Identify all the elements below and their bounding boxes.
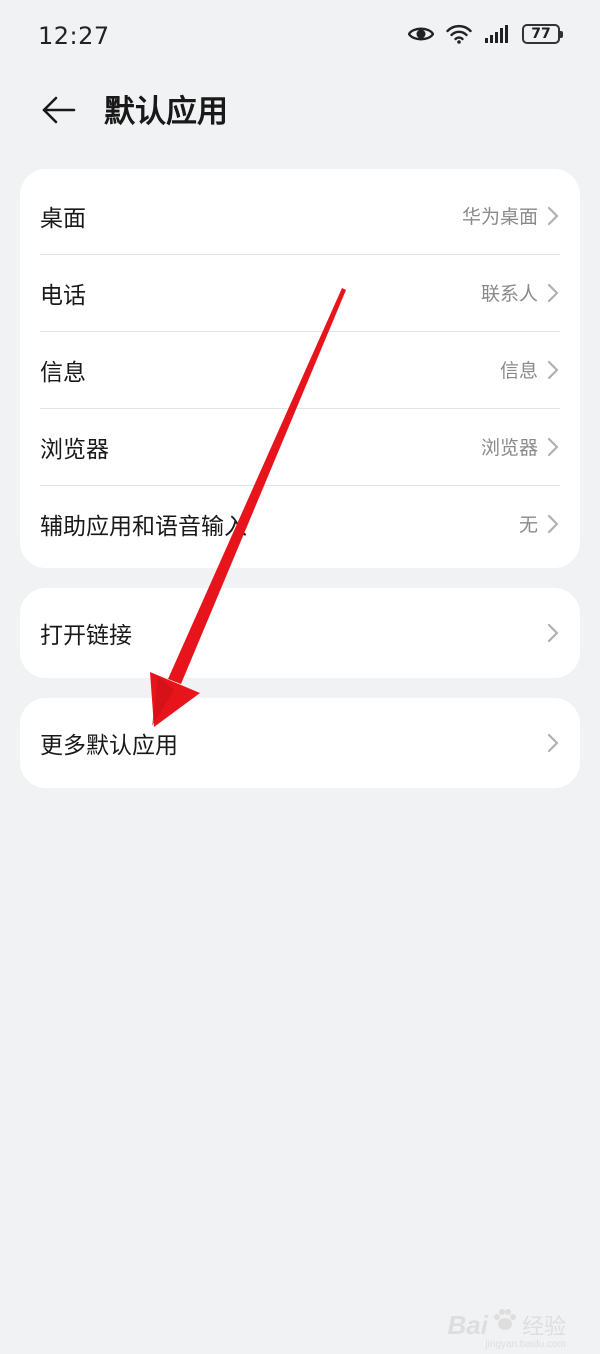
status-icons: 77 — [408, 24, 563, 44]
row-value: 无 — [518, 514, 538, 536]
row-open-links[interactable]: 打开链接 — [20, 588, 580, 678]
chevron-right-icon — [546, 205, 560, 227]
row-label: 更多默认应用 — [40, 733, 178, 759]
eye-icon — [408, 24, 434, 44]
signal-icon — [484, 24, 510, 44]
row-value: 信息 — [499, 360, 538, 382]
row-label: 辅助应用和语音输入 — [40, 513, 247, 540]
chevron-right-icon — [546, 282, 560, 304]
chevron-right-icon — [546, 359, 560, 381]
row-label: 打开链接 — [40, 623, 132, 649]
row-value: 浏览器 — [480, 437, 538, 459]
chevron-right-icon — [546, 436, 560, 458]
open-links-card: 打开链接 — [20, 588, 580, 678]
row-value: 华为桌面 — [461, 206, 538, 228]
wifi-icon — [446, 24, 472, 44]
row-label: 信息 — [40, 359, 86, 386]
watermark: Bai 经验 jingyan.baidu.com — [447, 1307, 566, 1350]
row-label: 浏览器 — [40, 436, 109, 463]
chevron-right-icon — [546, 513, 560, 535]
chevron-right-icon — [546, 732, 560, 754]
row-browser[interactable]: 浏览器 浏览器 — [20, 408, 580, 485]
watermark-logo: Bai — [447, 1310, 488, 1340]
app-header: 默认应用 — [0, 76, 600, 148]
watermark-text: 经验 — [521, 1314, 566, 1339]
battery-icon: 77 — [522, 24, 563, 44]
status-time: 12:27 — [38, 22, 110, 50]
row-label: 桌面 — [40, 205, 86, 232]
row-desktop[interactable]: 桌面 华为桌面 — [20, 177, 580, 254]
row-value: 联系人 — [480, 283, 538, 305]
paw-icon — [492, 1307, 518, 1338]
status-bar: 12:27 77 — [0, 0, 600, 76]
row-phone[interactable]: 电话 联系人 — [20, 254, 580, 331]
page-title: 默认应用 — [104, 94, 228, 130]
watermark-url: jingyan.baidu.com — [485, 1339, 566, 1350]
row-assist-voice-input[interactable]: 辅助应用和语音输入 无 — [20, 485, 580, 562]
more-default-apps-card: 更多默认应用 — [20, 698, 580, 788]
row-label: 电话 — [40, 282, 86, 309]
default-apps-card: 桌面 华为桌面 电话 联系人 信息 信息 浏览器 浏览器 辅助应用和语音输入 无 — [20, 169, 580, 568]
row-more-default-apps[interactable]: 更多默认应用 — [20, 698, 580, 788]
arrow-left-icon — [40, 95, 76, 129]
chevron-right-icon — [546, 622, 560, 644]
row-messages[interactable]: 信息 信息 — [20, 331, 580, 408]
back-button[interactable] — [36, 90, 80, 134]
